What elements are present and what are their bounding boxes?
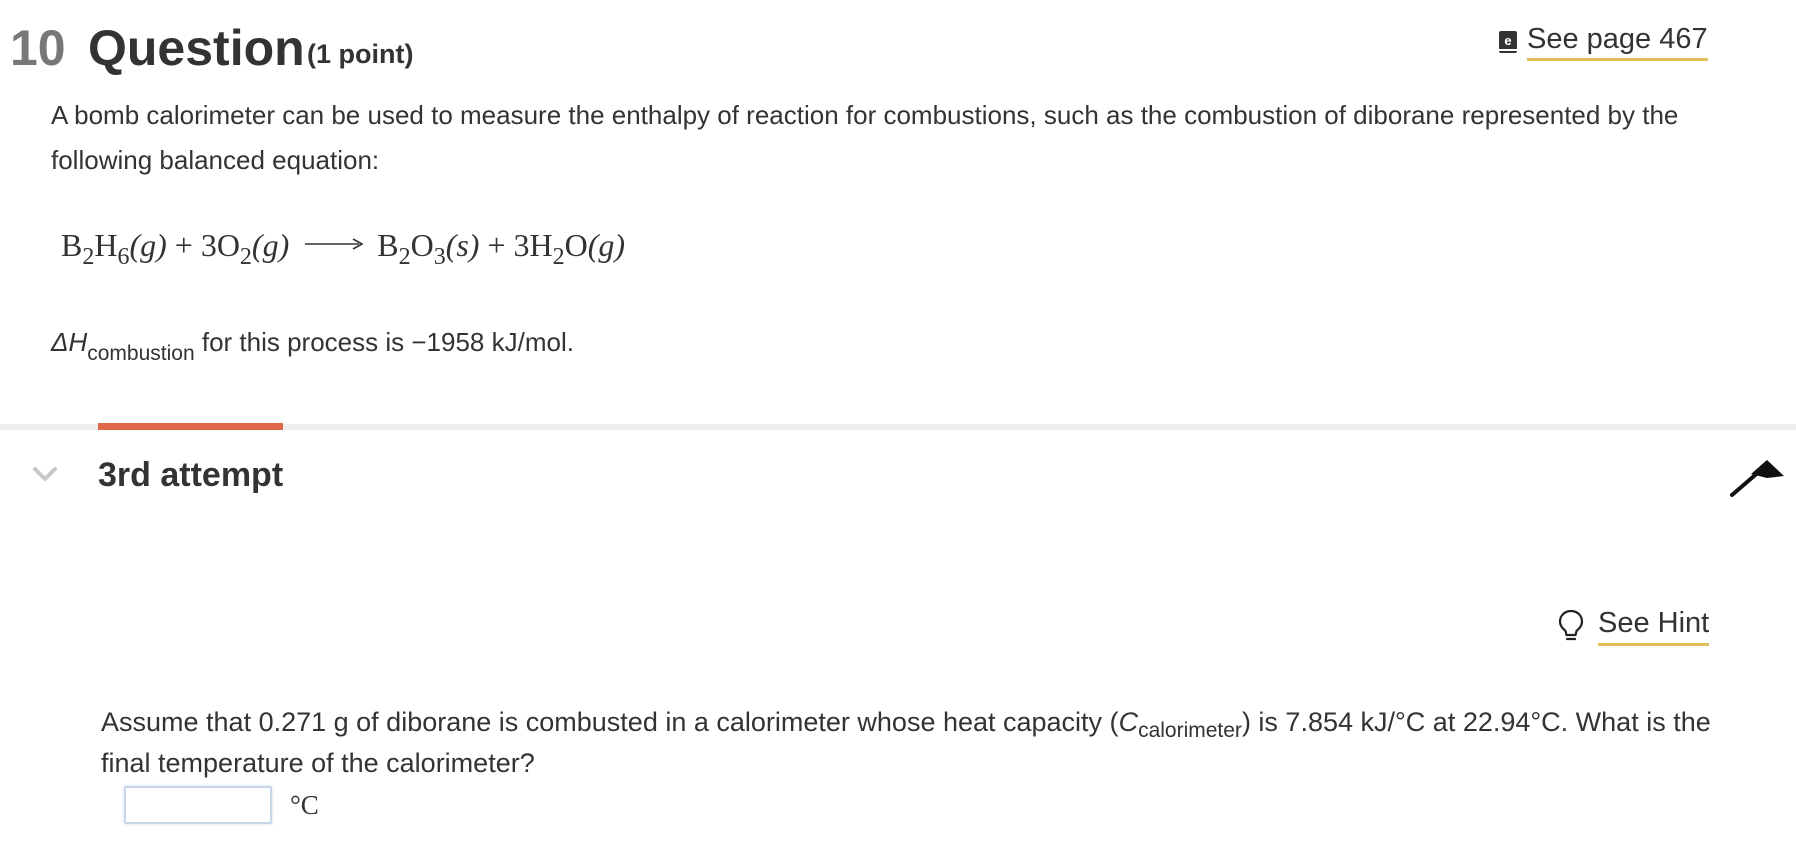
answer-unit: °C bbox=[290, 790, 319, 820]
eq-sub: 2 bbox=[398, 244, 411, 270]
eq-text: H bbox=[94, 227, 118, 263]
lightbulb-icon bbox=[1558, 609, 1584, 641]
see-hint-label: See Hint bbox=[1598, 607, 1710, 646]
question-heading: Question bbox=[88, 20, 305, 76]
eq-sub: 2 bbox=[82, 244, 95, 270]
svg-text:e: e bbox=[1504, 33, 1511, 48]
attempt-label: 3rd attempt bbox=[98, 456, 284, 494]
ebook-icon: e bbox=[1499, 31, 1517, 53]
eq-text: O bbox=[410, 227, 434, 263]
prompt-symbol: C bbox=[1118, 707, 1139, 737]
attempt-progress-bar bbox=[98, 423, 283, 430]
eq-plus: + bbox=[166, 227, 201, 263]
question-intro: A bomb calorimeter can be used to measur… bbox=[51, 100, 1679, 175]
answer-input[interactable] bbox=[124, 786, 272, 824]
question-prompt: Assume that 0.271 g of diborane is combu… bbox=[101, 702, 1721, 784]
eq-sub: 2 bbox=[239, 244, 252, 270]
flag-icon[interactable] bbox=[1729, 458, 1785, 498]
eq-state: (g) bbox=[251, 227, 290, 263]
eq-text: 3H bbox=[513, 227, 553, 263]
eq-state: (s) bbox=[445, 227, 480, 263]
see-hint-link[interactable]: See Hint bbox=[1558, 604, 1710, 648]
eq-plus: + bbox=[479, 227, 514, 263]
chevron-down-icon[interactable] bbox=[32, 466, 58, 484]
eq-text: B bbox=[61, 227, 83, 263]
eq-sub: 2 bbox=[552, 244, 565, 270]
eq-text: 3O bbox=[200, 227, 240, 263]
prompt-text: Assume that 0.271 g of diborane is combu… bbox=[101, 707, 1119, 737]
question-number: 10 bbox=[10, 20, 66, 76]
delta-h-subscript: combustion bbox=[87, 342, 195, 365]
eq-sub: 3 bbox=[433, 244, 446, 270]
delta-h-statement: ΔHcombustion for this process is −1958 k… bbox=[51, 322, 574, 365]
delta-h-symbol: ΔH bbox=[51, 327, 88, 357]
chemical-equation: B2H6(g) + 3O2(g) B2O3(s) + 3H2O(g) bbox=[61, 220, 625, 270]
delta-h-text: for this process is −1958 kJ/mol. bbox=[194, 327, 574, 357]
question-points: (1 point) bbox=[307, 39, 414, 69]
eq-text: O bbox=[564, 227, 588, 263]
see-page-label: See page 467 bbox=[1527, 23, 1708, 61]
see-page-link[interactable]: e See page 467 bbox=[1498, 22, 1708, 62]
eq-state: (g) bbox=[587, 227, 626, 263]
eq-sub: 6 bbox=[117, 244, 130, 270]
eq-state: (g) bbox=[129, 227, 167, 263]
reaction-arrow-icon bbox=[305, 238, 364, 250]
eq-text: B bbox=[377, 227, 399, 263]
prompt-subscript: calorimeter bbox=[1138, 719, 1242, 742]
